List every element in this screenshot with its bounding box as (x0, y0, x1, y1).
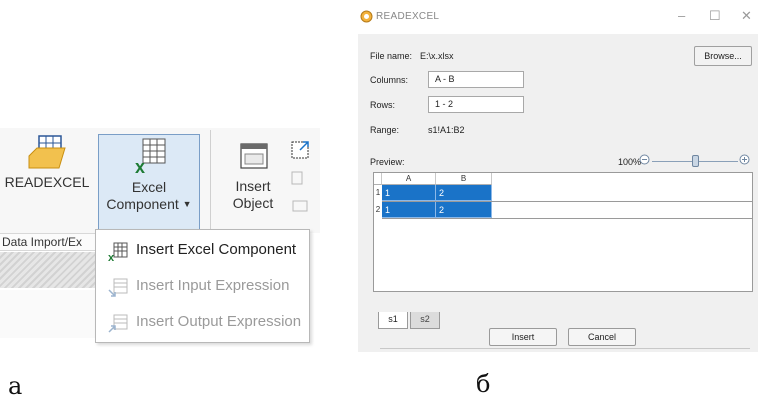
row-number: 1 (375, 188, 381, 197)
hatched-area (0, 252, 100, 288)
dialog-titlebar: READEXCEL – ☐ ✕ (352, 0, 763, 34)
ribbon-separator (210, 130, 211, 230)
resize-icon[interactable] (290, 138, 312, 160)
excel-component-label-1: Excel (131, 179, 167, 195)
readexcel-icon (28, 135, 66, 169)
menu-item-label: Insert Excel Component (136, 241, 297, 258)
menu-item-insert-excel-component[interactable]: x Insert Excel Component (96, 232, 309, 268)
sheet-tab-s2[interactable]: s2 (410, 312, 440, 329)
output-expression-icon (108, 312, 128, 348)
dialog-title: READEXCEL (376, 11, 440, 22)
grid-cell-a2[interactable]: 1 (382, 202, 436, 218)
excel-component-button[interactable]: x Excel Component ▼ (98, 134, 200, 232)
minimize-button[interactable]: – (678, 8, 685, 23)
grid-cell-b2[interactable]: 2 (436, 202, 492, 218)
range-value: s1!A1:B2 (428, 125, 465, 135)
menu-item-label: Insert Output Expression (136, 313, 302, 330)
preview-label: Preview: (370, 157, 405, 167)
zoom-in-icon[interactable] (739, 154, 750, 165)
column-header-a[interactable]: A (382, 173, 436, 185)
rows-label: Rows: (370, 100, 396, 110)
dropdown-arrow-icon: ▼ (182, 199, 192, 209)
column-header-b[interactable]: B (436, 173, 492, 185)
grid-row-line (382, 218, 752, 219)
disabled-tool-icon-2 (292, 200, 308, 212)
maximize-button[interactable]: ☐ (709, 8, 721, 24)
excel-component-menu: x Insert Excel Component Insert Input Ex… (95, 229, 310, 343)
disabled-tool-icon (291, 171, 303, 185)
zoom-out-icon[interactable] (639, 154, 650, 165)
caption-b: б (476, 370, 491, 398)
cancel-button[interactable]: Cancel (568, 328, 636, 346)
insert-button[interactable]: Insert (489, 328, 557, 346)
insert-object-label-2: Object (232, 195, 274, 211)
grid-corner (374, 173, 382, 185)
readexcel-logo-icon (360, 10, 373, 23)
svg-text:x: x (108, 252, 115, 262)
grid-cell-b1[interactable]: 2 (436, 185, 492, 201)
row-number: 2 (375, 205, 381, 214)
caption-a: a (8, 372, 23, 400)
dialog-content: File name: E:\x.xlsx Browse... Columns: … (358, 34, 758, 352)
zoom-percent: 100% (618, 157, 642, 167)
excel-component-icon: x (135, 138, 166, 177)
menu-item-label: Insert Input Expression (136, 277, 290, 294)
excel-component-label-2: Component ▼ (106, 196, 192, 212)
readexcel-dialog: READEXCEL – ☐ ✕ File name: E:\x.xlsx Bro… (352, 0, 763, 352)
svg-text:x: x (135, 157, 145, 177)
bottom-separator (380, 348, 750, 349)
zoom-slider-thumb[interactable] (691, 155, 699, 167)
close-button[interactable]: ✕ (741, 8, 752, 24)
insert-object-label-1: Insert (235, 178, 271, 194)
readexcel-label: READEXCEL (4, 174, 90, 190)
columns-input[interactable]: A - B (428, 71, 524, 88)
browse-button[interactable]: Browse... (694, 46, 752, 66)
sheet-tab-s1[interactable]: s1 (378, 312, 408, 329)
file-name-label: File name: (370, 51, 413, 61)
range-label: Range: (370, 125, 400, 135)
insert-object-icon (240, 143, 268, 169)
menu-item-insert-output-expression[interactable]: Insert Output Expression (96, 304, 309, 340)
file-name-value: E:\x.xlsx (420, 51, 454, 61)
grid-cell-a1[interactable]: 1 (382, 185, 436, 201)
ribbon-background (0, 290, 100, 338)
preview-grid[interactable]: A B 1 1 2 2 1 2 (373, 172, 753, 292)
ribbon-panel: READEXCEL x Excel Component ▼ Insert Obj… (0, 0, 320, 403)
columns-label: Columns: (370, 75, 409, 85)
insert-object-button[interactable]: Insert Object (222, 134, 284, 212)
small-ribbon-icons (290, 138, 312, 218)
rows-input[interactable]: 1 - 2 (428, 96, 524, 113)
readexcel-button[interactable]: READEXCEL (4, 134, 90, 191)
menu-item-insert-input-expression[interactable]: Insert Input Expression (96, 268, 309, 304)
ribbon-group-label: Data Import/Ex (0, 233, 100, 251)
